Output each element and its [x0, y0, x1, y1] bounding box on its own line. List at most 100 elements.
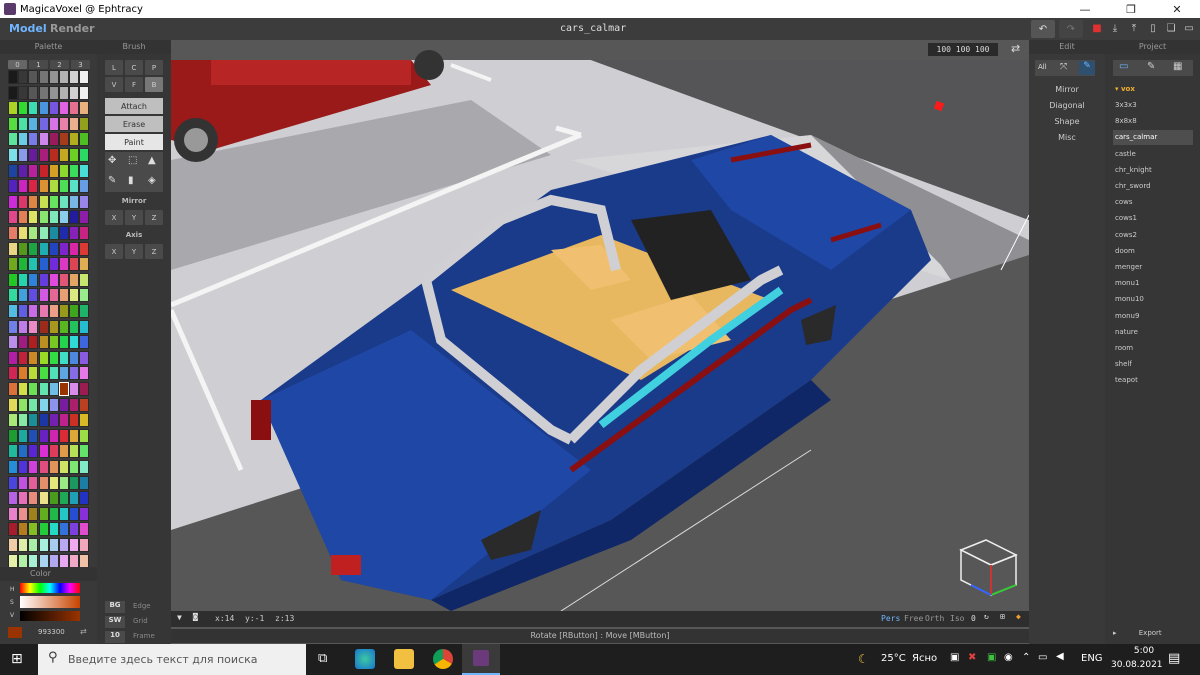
palette-swatch[interactable] — [79, 210, 90, 225]
palette-swatch[interactable] — [18, 506, 29, 521]
palette-swatch[interactable] — [59, 491, 69, 506]
palette-swatch[interactable] — [69, 70, 80, 84]
palette-swatch[interactable] — [79, 366, 90, 381]
palette-swatch[interactable] — [69, 522, 80, 537]
palette-swatch[interactable] — [59, 272, 69, 287]
folder-icon[interactable]: ▭ — [1182, 21, 1196, 35]
palette-swatch[interactable] — [79, 382, 90, 396]
palette-swatch[interactable] — [18, 553, 29, 568]
sw-button[interactable]: SW — [105, 616, 125, 628]
palette-swatch[interactable] — [48, 257, 59, 272]
palette-swatch[interactable] — [79, 506, 90, 521]
palette-swatch[interactable] — [79, 226, 90, 240]
undo-button[interactable]: ↶ — [1031, 20, 1055, 38]
minimize-button[interactable]: — — [1062, 0, 1108, 18]
palette-swatch[interactable] — [48, 163, 59, 178]
palette-page-3[interactable]: 3 — [71, 60, 90, 69]
palette-swatch[interactable] — [38, 522, 49, 537]
palette-swatch[interactable] — [59, 304, 69, 318]
palette-swatch[interactable] — [79, 288, 90, 303]
palette-swatch[interactable] — [69, 475, 80, 490]
palette-swatch[interactable] — [69, 397, 80, 412]
view-iso[interactable]: Iso — [950, 614, 964, 623]
palette-swatch[interactable] — [48, 304, 59, 318]
select-icon[interactable]: ⬚ — [128, 155, 137, 166]
palette-swatch[interactable] — [48, 101, 59, 116]
palette-swatch[interactable] — [8, 444, 18, 459]
palette-swatch[interactable] — [69, 319, 80, 334]
erase-button[interactable]: Erase — [105, 116, 163, 132]
palette-swatch[interactable] — [48, 522, 59, 537]
palette-swatch[interactable] — [38, 304, 49, 318]
palette-swatch[interactable] — [59, 366, 69, 381]
palette-swatch[interactable] — [18, 194, 29, 209]
brush-type-b[interactable]: B — [145, 77, 163, 92]
palette-swatch[interactable] — [28, 70, 39, 84]
palette-swatch[interactable] — [48, 413, 59, 428]
camera-icon[interactable]: ◙ — [193, 612, 198, 621]
palette-swatch[interactable] — [18, 335, 29, 350]
expand-arrow-icon[interactable]: ▸ — [1113, 629, 1117, 637]
palette-swatch[interactable] — [18, 70, 29, 84]
palette-swatch[interactable] — [18, 210, 29, 225]
mirror-y-button[interactable]: Y — [125, 210, 143, 225]
palette-swatch[interactable] — [28, 553, 39, 568]
tray-up-icon[interactable]: ⌃ — [1022, 652, 1030, 663]
file-item[interactable]: cows — [1113, 195, 1193, 210]
view-free[interactable]: Free — [904, 614, 923, 623]
view-pers[interactable]: Pers — [881, 614, 900, 623]
palette-swatch[interactable] — [38, 163, 49, 178]
palette-swatch[interactable] — [28, 194, 39, 209]
palette-swatch[interactable] — [69, 382, 80, 396]
palette-swatch[interactable] — [38, 460, 49, 474]
edge-label[interactable]: Edge — [133, 602, 151, 610]
palette-swatch[interactable] — [18, 85, 29, 100]
edge-browser-icon[interactable] — [355, 649, 375, 669]
palette-swatch[interactable] — [79, 241, 90, 256]
palette-swatch[interactable] — [79, 553, 90, 568]
palette-swatch[interactable] — [8, 335, 18, 350]
file-item[interactable]: nature — [1113, 325, 1193, 340]
palette-swatch[interactable] — [59, 428, 69, 443]
export-button[interactable]: Export — [1139, 629, 1162, 637]
palette-swatch[interactable] — [69, 194, 80, 209]
color-hex[interactable]: 993300 — [38, 628, 65, 636]
palette-swatch[interactable] — [69, 241, 80, 256]
file-item[interactable]: monu9 — [1113, 309, 1193, 324]
taskbar-search[interactable]: ⚲ Введите здесь текст для поиска — [38, 644, 306, 675]
palette-swatch[interactable] — [8, 179, 18, 194]
palette-swatch[interactable] — [38, 475, 49, 490]
palette-swatch[interactable] — [8, 241, 18, 256]
file-item[interactable]: shelf — [1113, 357, 1193, 372]
palette-swatch[interactable] — [59, 210, 69, 225]
palette-swatch[interactable] — [59, 475, 69, 490]
move-icon[interactable]: ✥ — [108, 155, 116, 166]
notification-icon[interactable]: ▤ — [1168, 651, 1180, 666]
palette-swatch[interactable] — [69, 444, 80, 459]
trash-icon[interactable]: ▮ — [128, 175, 134, 186]
palette-swatch[interactable] — [59, 179, 69, 194]
palette-swatch[interactable] — [28, 366, 39, 381]
palette-swatch[interactable] — [38, 194, 49, 209]
palette-swatch[interactable] — [69, 179, 80, 194]
palette-swatch[interactable] — [59, 413, 69, 428]
palette-swatch[interactable] — [18, 226, 29, 240]
palette-swatch[interactable] — [59, 460, 69, 474]
palette-swatch[interactable] — [18, 460, 29, 474]
view-orth[interactable]: Orth — [925, 614, 944, 623]
palette-swatch[interactable] — [59, 319, 69, 334]
file-item[interactable]: menger — [1113, 260, 1193, 275]
palette-swatch[interactable] — [8, 413, 18, 428]
palette-swatch[interactable] — [38, 413, 49, 428]
palette-swatch[interactable] — [38, 538, 49, 552]
file-item[interactable]: monu10 — [1113, 292, 1193, 307]
palette-swatch[interactable] — [69, 304, 80, 318]
palette-swatch[interactable] — [8, 538, 18, 552]
palette-swatch[interactable] — [18, 444, 29, 459]
brush-type-l[interactable]: L — [105, 60, 123, 75]
attach-button[interactable]: Attach — [105, 98, 163, 114]
palette-swatch[interactable] — [69, 335, 80, 350]
edit-shape[interactable]: Shape — [1029, 117, 1105, 126]
palette-swatch[interactable] — [79, 491, 90, 506]
palette-swatch[interactable] — [59, 148, 69, 162]
